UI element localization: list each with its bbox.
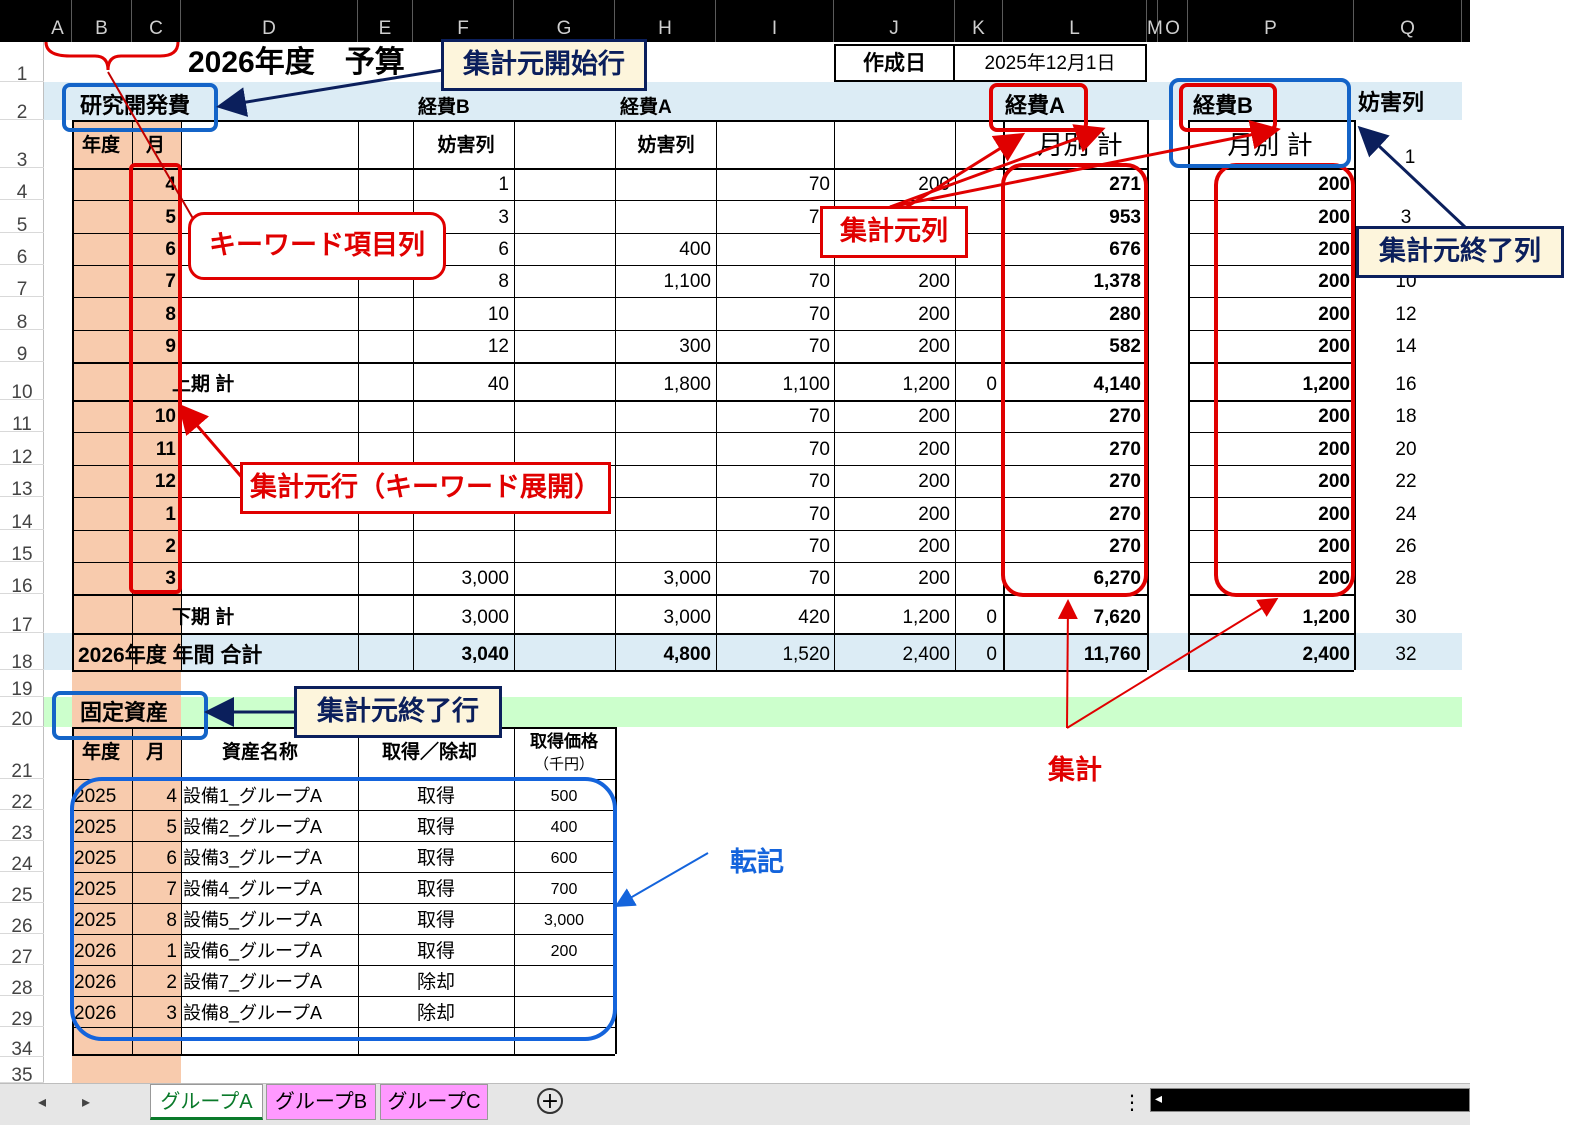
p-header-blue-frame (1169, 78, 1351, 168)
arrow-total-p (1066, 597, 1279, 729)
callout-source-rows: 集計元行（キーワード展開） (240, 462, 611, 514)
arrow-start-row (216, 68, 444, 117)
keyword-column-frame (129, 163, 182, 594)
line-keyword-to-brace (107, 71, 196, 223)
l-column-frame (1001, 163, 1148, 597)
p-column-frame (1214, 163, 1355, 597)
callout-total: 集計 (1048, 755, 1102, 786)
l-header-frame (989, 83, 1088, 132)
arrow-transfer (614, 852, 709, 908)
callout-end-col: 集計元終了列 (1356, 226, 1564, 278)
section1-frame (62, 83, 218, 132)
annotation-overlay (44, 41, 1467, 1041)
callout-end-row: 集計元終了行 (294, 686, 502, 738)
arrow-source-rows (178, 403, 247, 482)
arrow-source-col-1 (889, 124, 1106, 209)
callout-start-row: 集計元開始行 (441, 39, 647, 91)
top-brace (44, 41, 180, 71)
arrow-total-l (1057, 599, 1078, 729)
callout-keyword-col: キーワード項目列 (188, 212, 446, 280)
asset-transfer-frame (70, 777, 617, 1041)
p-header-frame (1179, 83, 1277, 132)
callout-source-col: 集計元列 (820, 206, 968, 258)
section2-frame (52, 691, 208, 740)
callout-transfer: 転記 (730, 847, 784, 878)
arrow-end-col (1357, 125, 1467, 229)
